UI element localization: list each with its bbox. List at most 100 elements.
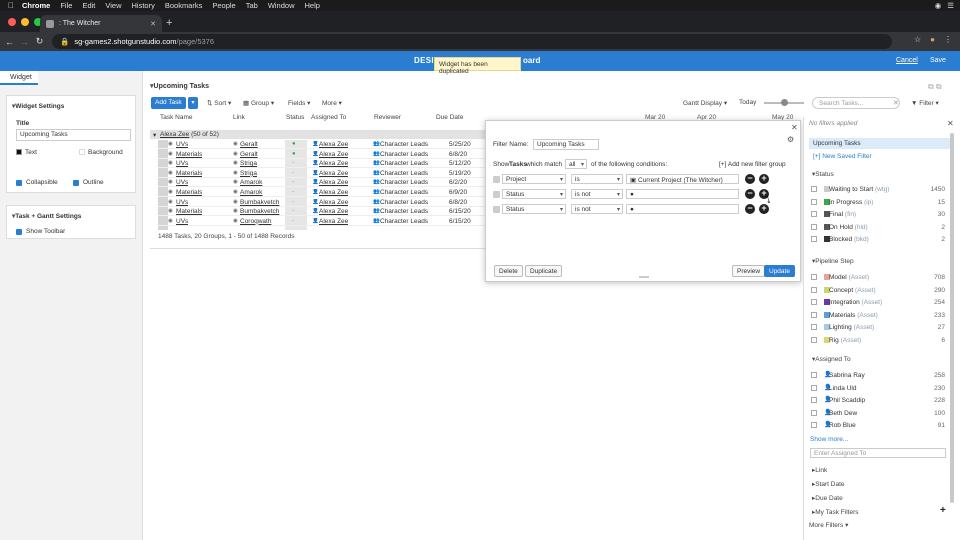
status-pill[interactable]: - [292, 179, 294, 185]
condition-3-checkbox[interactable] [493, 206, 500, 213]
cell-assigned-to[interactable]: Alexa Zee [319, 170, 348, 177]
match-mode-select[interactable]: all [565, 159, 587, 169]
group-menu[interactable]: ▦ Group ▾ [243, 99, 274, 107]
cell-assigned-to[interactable]: Alexa Zee [319, 160, 348, 167]
filter-checkbox[interactable] [811, 422, 817, 428]
zoom-slider-handle[interactable] [781, 99, 788, 106]
filter-name-input[interactable]: Upcoming Tasks [533, 139, 599, 150]
add-task-dropdown-icon[interactable]: ▾ [188, 97, 198, 109]
filter-checkbox[interactable] [811, 236, 817, 242]
menu-history[interactable]: History [132, 1, 155, 10]
filter-checkbox[interactable] [811, 397, 817, 403]
resize-handle-icon[interactable] [639, 276, 649, 278]
search-clear-icon[interactable]: ✕ [893, 99, 899, 107]
forward-icon[interactable]: → [19, 37, 30, 47]
minimize-window-icon[interactable] [21, 18, 29, 26]
cell-link[interactable]: Bumbakvetch [240, 199, 284, 206]
cell-task-name[interactable]: UVs [176, 199, 188, 206]
cell-task-name[interactable]: Materials [176, 189, 202, 196]
pipeline-step-item[interactable]: Model (Asset) 708 [809, 273, 949, 283]
background-color-swatch[interactable] [79, 149, 85, 155]
search-tasks-input[interactable]: Search Tasks... [812, 97, 900, 109]
start-date-section-heading[interactable]: Start Date [812, 480, 844, 488]
filter-checkbox[interactable] [811, 372, 817, 378]
control-center-icon[interactable]: ☰ [947, 1, 954, 10]
title-input[interactable]: Upcoming Tasks [16, 129, 131, 141]
table-row[interactable]: ◉ UVs ◉ Coroqwath 👤 Alexa Zee 👥 Character Leads… [158, 217, 485, 226]
pipeline-step-item[interactable]: Materials (Asset) 233 [809, 311, 949, 321]
widget-settings-heading[interactable]: Widget Settings [12, 102, 135, 110]
assignee-item[interactable]: 👤 Phil Scaddip 228 [809, 396, 949, 406]
text-color-swatch[interactable] [16, 149, 22, 155]
condition-2-field[interactable]: Status [502, 189, 566, 199]
cancel-link[interactable]: Cancel [896, 57, 918, 64]
close-icon[interactable]: ✕ [791, 123, 798, 132]
group-label[interactable]: Alexa Zee [160, 131, 189, 138]
save-button[interactable]: Save [930, 57, 946, 64]
show-toolbar-checkbox[interactable] [16, 229, 22, 235]
condition-1-field[interactable]: Project [502, 174, 566, 184]
status-pill[interactable]: ● [292, 151, 296, 157]
cell-task-name[interactable]: UVs [176, 218, 188, 225]
cell-assigned-to[interactable]: Alexa Zee [319, 189, 348, 196]
status-item[interactable]: Waiting to Start (wtg) 1450 [809, 185, 949, 195]
status-pill[interactable]: - [292, 218, 294, 224]
remove-condition-3-icon[interactable]: − [745, 204, 755, 214]
fields-menu[interactable]: Fields ▾ [288, 99, 310, 107]
condition-1-checkbox[interactable] [493, 176, 500, 183]
status-section-heading[interactable]: Status [812, 170, 833, 178]
back-icon[interactable]: ← [4, 37, 15, 47]
table-row[interactable]: ◉ UVs ◉ Striga 👤 Alexa Zee 👥 Character Leads 5/1… [158, 159, 485, 169]
siri-icon[interactable]: ◉ [935, 1, 942, 10]
browser-tab-active[interactable]: : The Witcher ✕ [40, 15, 162, 32]
condition-1-operator[interactable]: is [571, 174, 623, 184]
filter-checkbox[interactable] [811, 286, 817, 293]
cell-task-name[interactable]: UVs [176, 141, 188, 148]
table-row[interactable]: ◉ UVs ◉ Geralt 👤 Alexa Zee 👥 Character Leads 5/2… [158, 140, 485, 149]
menu-tab[interactable]: Tab [246, 1, 258, 10]
sort-menu[interactable]: ⇅ Sort ▾ [207, 99, 231, 107]
widget-action-icons[interactable]: ⧉ ⧉ [928, 82, 942, 92]
filter-checkbox[interactable] [811, 274, 817, 280]
more-menu[interactable]: More ▾ [322, 99, 342, 107]
assignee-item[interactable]: 👤 Beth Dew 100 [809, 409, 949, 419]
condition-1-value[interactable]: ▣ Current Project (The Witcher) [626, 174, 739, 184]
cell-assigned-to[interactable]: Alexa Zee [319, 199, 348, 206]
col-due-date[interactable]: Due Date [436, 114, 463, 121]
cell-task-name[interactable]: Materials [176, 208, 202, 215]
gantt-display-menu[interactable]: Gantt Display ▾ [683, 99, 727, 107]
bookmark-star-icon[interactable]: ☆ [914, 35, 921, 44]
cell-task-name[interactable]: UVs [176, 160, 188, 167]
status-item[interactable]: In Progress (ip) 15 [809, 198, 949, 208]
link-section-heading[interactable]: Link [812, 466, 827, 474]
add-condition-1-icon[interactable]: + [759, 174, 769, 184]
condition-2-operator[interactable]: is not [571, 189, 623, 199]
condition-2-value[interactable]: ● [626, 189, 739, 199]
gantt-settings-heading[interactable]: Task + Gantt Settings [12, 212, 135, 220]
cell-task-name[interactable]: Materials [176, 170, 202, 177]
status-item[interactable]: Blocked (bkd) 2 [809, 235, 949, 245]
close-filter-panel-icon[interactable]: ✕ [947, 119, 954, 128]
status-item[interactable]: On Hold (hld) 2 [809, 223, 949, 233]
status-pill[interactable]: - [292, 208, 294, 214]
table-row[interactable]: ◉ Materials ◉ Amarok 👤 Alexa Zee 👥 Character Le… [158, 188, 485, 197]
col-status[interactable]: Status [286, 114, 304, 121]
close-window-icon[interactable] [8, 18, 16, 26]
status-pill[interactable]: - [292, 199, 294, 205]
assignee-item[interactable]: 👤 Rob Blue 91 [809, 421, 949, 431]
assignee-item[interactable]: 👤 Sabrina Ray 258 [809, 371, 949, 381]
col-task-name[interactable]: Task Name [160, 114, 193, 121]
filter-checkbox[interactable] [811, 409, 817, 416]
table-row[interactable]: ◉ UVs ◉ Bumbakvetch 👤 Alexa Zee 👥 Character Lea… [158, 198, 485, 207]
assigned-to-input[interactable]: Enter Assigned To [810, 448, 946, 458]
filter-menu[interactable]: ▼ Filter ▾ [911, 99, 939, 107]
filter-checkbox[interactable] [811, 211, 817, 217]
reload-icon[interactable]: ↻ [34, 36, 45, 47]
add-task-filter-icon[interactable]: + [940, 505, 946, 516]
add-task-button[interactable]: Add Task [151, 97, 186, 109]
filter-checkbox[interactable] [811, 186, 817, 192]
filter-checkbox[interactable] [811, 324, 817, 330]
col-reviewer[interactable]: Reviewer [374, 114, 401, 121]
cell-assigned-to[interactable]: Alexa Zee [319, 141, 348, 148]
menu-help[interactable]: Help [305, 1, 320, 10]
